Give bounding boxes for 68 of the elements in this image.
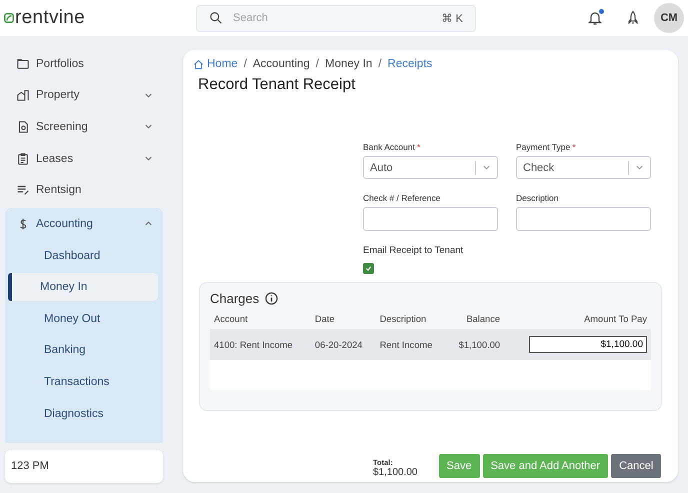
required-asterisk: *: [572, 142, 576, 152]
shortcut-hint: ⌘ K: [442, 12, 463, 24]
field-label: Description: [516, 193, 559, 203]
bell-icon: [588, 10, 602, 26]
checkbox-label: Email Receipt to Tenant: [363, 245, 464, 256]
required-asterisk: *: [416, 142, 420, 152]
clipboard-icon: [16, 152, 30, 166]
building-icon: [16, 88, 30, 102]
signature-icon: [16, 183, 30, 198]
leaf-icon: [4, 13, 14, 23]
breadcrumb-text: Money In: [325, 58, 372, 70]
breadcrumb-link[interactable]: Receipts: [388, 58, 432, 70]
checkmark-icon: [365, 265, 372, 272]
column-header: Description: [376, 310, 446, 329]
amount-input[interactable]: $1,100.00: [529, 336, 647, 353]
chevron-icon: [635, 163, 644, 172]
sidebar-item[interactable]: Rentsign: [5, 174, 163, 206]
table-cell: 4100: Rent Income: [210, 329, 311, 360]
sidebar-subitem[interactable]: Transactions: [8, 368, 158, 396]
table-cell: $1,100.00: [446, 329, 504, 360]
sidebar-item[interactable]: Leases: [5, 142, 163, 174]
breadcrumb-separator: /: [316, 58, 319, 70]
field-label: Payment Type: [516, 142, 570, 152]
breadcrumb-link[interactable]: Home: [193, 58, 238, 70]
breadcrumb-separator: /: [244, 58, 247, 70]
column-header: Balance: [446, 310, 504, 329]
sidebar-subitem[interactable]: Money Out: [8, 304, 158, 333]
sidebar-item[interactable]: Accounting: [5, 208, 163, 240]
sidebar-subitem[interactable]: Banking: [8, 336, 158, 364]
action-button[interactable]: Cancel: [611, 454, 662, 478]
table-cell: 06-20-2024: [310, 329, 376, 360]
input-field[interactable]: [516, 207, 651, 231]
sidebar-subitem[interactable]: Diagnostics: [8, 400, 158, 428]
sidebar-item[interactable]: Portfolios: [5, 48, 163, 80]
column-header: Date: [310, 310, 376, 329]
chevron-icon: [482, 163, 491, 172]
notification-button[interactable]: [588, 10, 602, 26]
search-input[interactable]: Search: [231, 11, 434, 25]
home-icon: [193, 58, 204, 70]
rocket-icon[interactable]: [626, 10, 640, 26]
document-search-icon: [16, 120, 30, 134]
input-field[interactable]: [363, 207, 498, 231]
account-switcher[interactable]: 123 PM: [5, 450, 163, 483]
field-label: Check # / Reference: [363, 193, 440, 203]
checkbox[interactable]: [363, 263, 374, 274]
folder-icon: [16, 56, 30, 71]
dropdown-field[interactable]: Auto: [363, 156, 498, 179]
sidebar-item[interactable]: Screening: [5, 111, 163, 143]
column-header: Amount To Pay: [504, 310, 651, 329]
logo-text: rentvine: [15, 7, 85, 29]
search-icon: [209, 11, 223, 25]
section-title: Charges: [210, 291, 260, 306]
breadcrumb-separator: /: [378, 58, 382, 70]
chevron-icon: [144, 122, 153, 132]
field-label: Bank Account: [363, 142, 415, 152]
column-header: Account: [210, 310, 311, 329]
search-field[interactable]: Search ⌘ K: [196, 4, 476, 32]
sidebar-subitem[interactable]: Money In: [8, 273, 158, 302]
dropdown-field[interactable]: Check: [516, 156, 651, 179]
total-value: $1,100.00: [373, 467, 418, 478]
breadcrumb-text: Accounting: [252, 58, 310, 70]
chevron-icon: [144, 154, 153, 164]
table-cell: Rent Income: [376, 329, 446, 360]
info-icon[interactable]: [265, 292, 278, 305]
user-avatar[interactable]: CM: [654, 3, 684, 33]
sidebar-item[interactable]: Property: [5, 80, 163, 112]
page-title: Record Tenant Receipt: [198, 76, 356, 94]
sidebar-subitem[interactable]: Dashboard: [8, 242, 158, 270]
